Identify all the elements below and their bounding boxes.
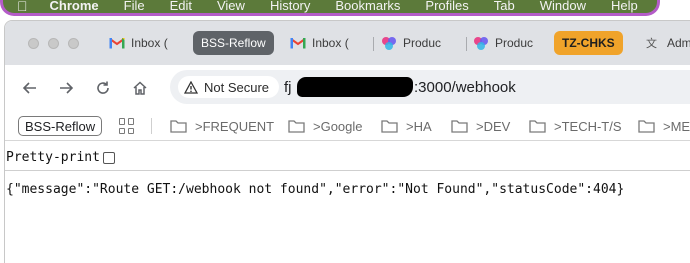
redaction-mark <box>297 77 413 97</box>
colorful-logo-icon <box>473 36 489 50</box>
bookmark-label: BSS-Reflow <box>25 118 96 134</box>
tab-inbox-2[interactable]: Inbox ( <box>290 31 366 55</box>
tab-label: Adm <box>667 36 690 50</box>
pretty-print-control[interactable]: Pretty-print <box>6 150 115 165</box>
menu-edit[interactable]: Edit <box>170 0 192 13</box>
bookmark-folder-label: >DEV <box>476 118 511 134</box>
gmail-icon <box>109 36 125 50</box>
colorful-logo-icon <box>381 36 397 50</box>
menu-app-name[interactable]: Chrome <box>50 0 99 13</box>
bookmark-folder-dev[interactable]: >DEV <box>451 117 510 135</box>
tab-group-label: TZ-CHKS <box>562 36 615 50</box>
home-icon[interactable] <box>129 77 151 99</box>
apple-icon[interactable]:  <box>17 0 28 13</box>
folder-icon <box>529 119 546 133</box>
menu-help[interactable]: Help <box>611 0 638 13</box>
json-response: {"message":"Route GET:/webhook not found… <box>6 182 625 197</box>
bookmark-folder-label: >ME <box>663 118 690 134</box>
close-window-button[interactable] <box>28 38 39 49</box>
warning-triangle-icon <box>184 80 198 94</box>
bookmark-folder-tech-ts[interactable]: >TECH-T/S <box>529 117 622 135</box>
tab-inbox-1[interactable]: Inbox ( <box>109 31 185 55</box>
folder-icon <box>381 119 398 133</box>
reload-icon[interactable] <box>92 77 114 99</box>
minimize-window-button[interactable] <box>48 38 59 49</box>
page-content: Pretty-print {"message":"Route GET:/webh… <box>5 142 690 263</box>
url-suffix: :3000/webhook <box>414 79 516 96</box>
bookmark-folder-label: >TECH-T/S <box>554 118 622 134</box>
menu-profiles[interactable]: Profiles <box>425 0 468 13</box>
forward-arrow-icon[interactable] <box>55 77 77 99</box>
tab-group-tz-chks[interactable]: TZ-CHKS <box>554 31 623 55</box>
bookmark-bss-reflow[interactable]: BSS-Reflow <box>18 116 103 136</box>
bookmark-folder-me[interactable]: >ME <box>638 117 690 135</box>
tab-separator <box>466 37 467 51</box>
security-label: Not Secure <box>204 79 270 95</box>
apps-grid-icon[interactable] <box>119 118 135 134</box>
browser-toolbar: Not Secure fj :3000/webhook <box>5 65 690 111</box>
back-arrow-icon[interactable] <box>19 77 41 99</box>
tab-admin[interactable]: 文 Adm <box>645 31 690 55</box>
tab-strip: Inbox ( BSS-Reflow Inbox ( Produc Produc <box>5 21 690 65</box>
menu-window[interactable]: Window <box>540 0 586 13</box>
tab-product-2[interactable]: Produc <box>473 31 549 55</box>
tab-label: BSS-Reflow <box>201 36 266 50</box>
gmail-icon <box>290 36 306 50</box>
menu-history[interactable]: History <box>270 0 310 13</box>
menu-bookmarks[interactable]: Bookmarks <box>335 0 400 13</box>
bookmark-folder-label: >Google <box>313 118 363 134</box>
folder-icon <box>288 119 305 133</box>
tab-bss-reflow[interactable]: BSS-Reflow <box>193 31 274 55</box>
bookmark-folder-label: >FREQUENT <box>195 118 275 134</box>
bookmark-folder-ha[interactable]: >HA <box>381 117 432 135</box>
url-prefix: fj <box>284 79 292 96</box>
tab-label: Inbox ( <box>312 36 349 50</box>
tab-label: Inbox ( <box>131 36 168 50</box>
pretty-print-checkbox[interactable] <box>102 151 115 164</box>
bookmark-folder-google[interactable]: >Google <box>288 117 363 135</box>
pretty-print-label: Pretty-print <box>6 150 100 165</box>
folder-icon <box>638 119 655 133</box>
bookmark-folder-frequent[interactable]: >FREQUENT <box>170 117 274 135</box>
address-bar[interactable]: Not Secure fj :3000/webhook <box>170 70 690 104</box>
browser-window: Inbox ( BSS-Reflow Inbox ( Produc Produc <box>4 20 690 263</box>
zoom-window-button[interactable] <box>68 38 79 49</box>
bookmark-folder-label: >HA <box>406 118 432 134</box>
translate-icon: 文 <box>645 36 661 50</box>
bookmarks-bar: BSS-Reflow >FREQUENT >Google >HA >DEV >T… <box>5 111 690 141</box>
tab-product-1[interactable]: Produc <box>381 31 457 55</box>
bookmark-separator <box>151 118 152 134</box>
menu-tab[interactable]: Tab <box>494 0 515 13</box>
folder-icon <box>170 119 187 133</box>
security-indicator[interactable]: Not Secure <box>178 76 280 98</box>
divider <box>5 170 690 171</box>
folder-icon <box>451 119 468 133</box>
menu-file[interactable]: File <box>124 0 145 13</box>
svg-text:文: 文 <box>646 36 657 50</box>
tab-label: Produc <box>403 36 442 50</box>
tab-separator <box>373 37 374 51</box>
menu-view[interactable]: View <box>217 0 245 13</box>
macos-menu-bar:  Chrome File Edit View History Bookmark… <box>0 0 660 16</box>
tab-label: Produc <box>495 36 534 50</box>
